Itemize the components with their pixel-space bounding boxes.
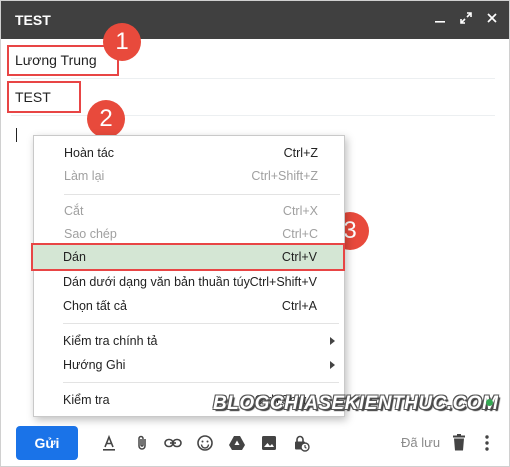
menu-item-shortcut: Ctrl+A [281,299,317,313]
step-badge-2: 2 [87,100,125,138]
menu-item-select-all[interactable]: Chọn tất cả Ctrl+A [33,295,343,317]
more-options-icon[interactable] [477,433,497,453]
menu-item-writing-direction[interactable]: Hướng Ghi [33,354,343,376]
text-cursor [16,128,17,142]
minimize-icon[interactable] [433,11,447,25]
menu-item-redo: Làm lại Ctrl+Shift+Z [34,165,344,187]
menu-item-undo[interactable]: Hoàn tác Ctrl+Z [34,142,344,164]
attach-file-icon[interactable] [132,433,152,453]
compose-toolbar: Gửi Đã lưu [1,421,509,465]
menu-item-shortcut: Ctrl+Shift+Z [251,169,318,183]
submenu-arrow-icon [330,361,335,369]
confidential-mode-icon[interactable] [291,433,311,453]
menu-item-shortcut: Ctrl+C [282,227,318,241]
menu-item-paste-plain[interactable]: Dán dưới dạng văn bản thuần túy Ctrl+Shi… [33,271,343,293]
close-icon[interactable] [485,11,499,25]
menu-separator [64,194,340,195]
send-button[interactable]: Gửi [16,426,78,460]
trash-icon[interactable] [449,433,469,453]
watermark: BLOGCHIASEKIENTHUC.COM [213,393,499,414]
submenu-arrow-icon [330,337,335,345]
menu-item-shortcut: Ctrl+X [282,204,318,218]
google-drive-icon[interactable] [227,433,247,453]
menu-separator [63,323,339,324]
menu-item-shortcut: Ctrl+Z [283,146,318,160]
menu-item-label: Kiểm tra chính tả [63,334,158,348]
menu-item-label: Kiểm tra [63,393,110,407]
menu-separator [63,382,339,383]
menu-item-label: Hướng Ghi [63,358,126,372]
highlight-box-paste [31,243,345,271]
highlight-box-to [7,45,119,76]
window-controls [433,11,499,25]
saved-status: Đã lưu [401,435,441,450]
menu-item-label: Chọn tất cả [63,299,127,313]
format-text-icon[interactable] [99,433,119,453]
step-badge-1: 1 [103,23,141,61]
menu-item-label: Dán dưới dạng văn bản thuần túy [63,275,250,289]
title-bar: TEST [1,1,509,39]
menu-item-cut: Cắt Ctrl+X [34,200,344,222]
insert-photo-icon[interactable] [259,433,279,453]
expand-icon[interactable] [459,11,473,25]
menu-item-label: Làm lại [64,169,105,183]
compose-window: TEST Lương Trung TEST 1 2 3 Hoàn tác Ctr… [0,0,510,467]
menu-item-copy: Sao chép Ctrl+C [34,223,344,245]
menu-item-shortcut: Ctrl+Shift+V [249,275,317,289]
to-divider [11,78,495,79]
menu-item-label: Sao chép [64,227,117,241]
subject-divider [11,115,495,116]
menu-item-label: Cắt [64,204,84,218]
menu-item-spellcheck[interactable]: Kiểm tra chính tả [33,330,343,352]
menu-item-label: Hoàn tác [64,146,115,160]
window-title: TEST [15,12,51,28]
status-dot [486,399,493,406]
insert-link-icon[interactable] [163,433,183,453]
highlight-box-subject [7,81,81,113]
emoji-icon[interactable] [195,433,215,453]
